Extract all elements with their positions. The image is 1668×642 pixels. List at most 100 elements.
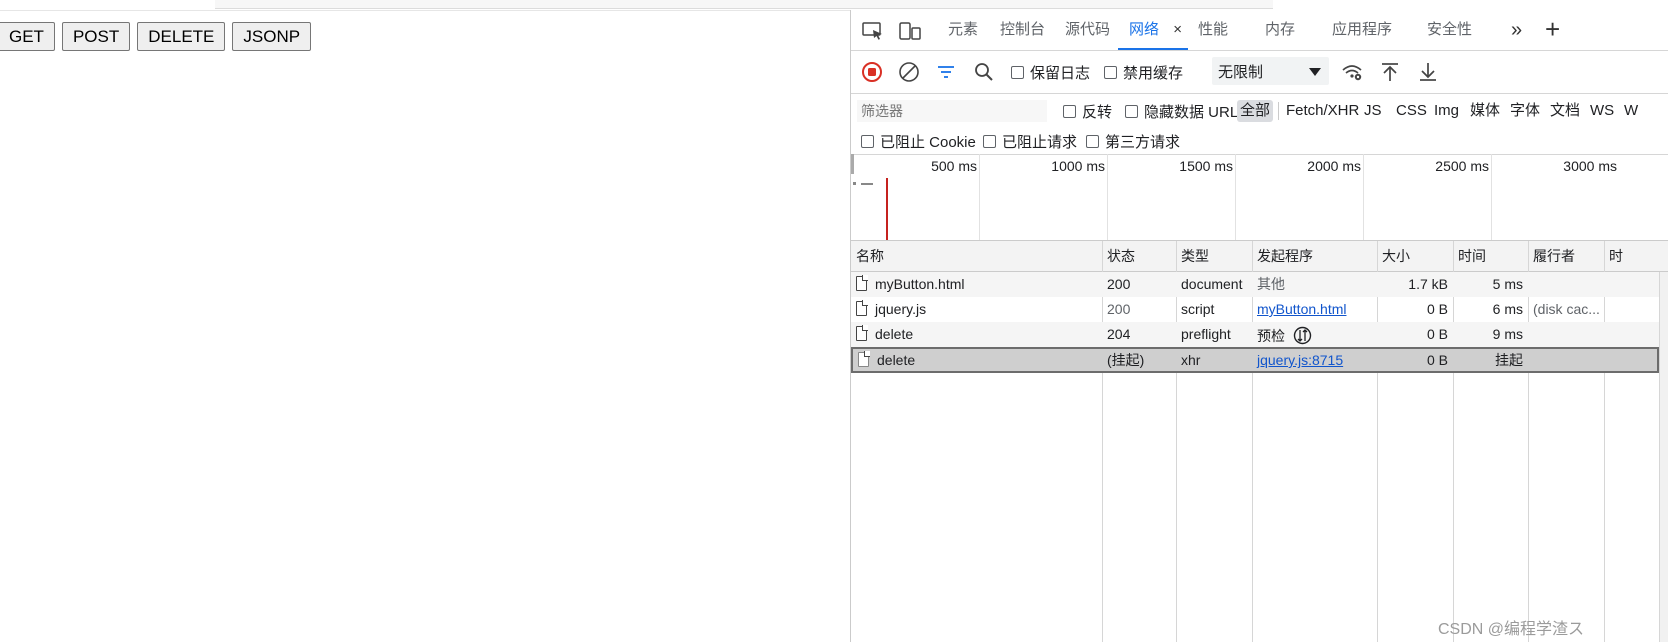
col-header-name[interactable]: 名称 xyxy=(851,241,1102,271)
device-toolbar-icon[interactable] xyxy=(899,21,921,41)
table-row-selected[interactable]: delete (挂起) xhr jquery.js:8715 0 B 挂起 xyxy=(851,347,1659,373)
col-header-type[interactable]: 类型 xyxy=(1176,241,1252,271)
tab-security[interactable]: 安全性 xyxy=(1423,10,1476,50)
delete-button[interactable]: DELETE xyxy=(137,22,226,51)
type-filter-media[interactable]: 媒体 xyxy=(1467,100,1503,122)
request-size: 0 B xyxy=(1426,301,1448,317)
disable-cache-checkbox[interactable]: 禁用缓存 xyxy=(1104,51,1183,93)
export-har-button[interactable] xyxy=(1417,51,1439,93)
document-icon xyxy=(856,275,868,291)
add-tab-icon[interactable]: + xyxy=(1541,10,1564,50)
col-header-waterfall[interactable]: 时 xyxy=(1604,241,1659,271)
col-header-size[interactable]: 大小 xyxy=(1377,241,1453,271)
table-row[interactable]: jquery.js 200 script myButton.html 0 B 6… xyxy=(851,297,1659,322)
record-button[interactable] xyxy=(861,51,883,93)
filter-bar: 反转 隐藏数据 URL 全部 Fetch/XHR JS CSS Img 媒体 字… xyxy=(851,94,1668,128)
type-filter-img[interactable]: Img xyxy=(1431,100,1462,122)
checkbox-icon xyxy=(1063,105,1076,118)
table-scrollbar[interactable] xyxy=(1659,272,1668,642)
third-party-checkbox[interactable]: 第三方请求 xyxy=(1086,131,1180,152)
network-conditions-button[interactable] xyxy=(1341,51,1363,93)
tab-performance[interactable]: 性能 xyxy=(1194,10,1232,50)
type-filter-wasm[interactable]: W xyxy=(1621,100,1641,122)
request-status: 200 xyxy=(1107,276,1131,292)
jsonp-button[interactable]: JSONP xyxy=(232,22,312,51)
invert-label: 反转 xyxy=(1082,104,1113,121)
col-header-time[interactable]: 时间 xyxy=(1453,241,1528,271)
record-icon xyxy=(862,62,882,82)
hide-data-url-checkbox[interactable]: 隐藏数据 URL xyxy=(1125,101,1238,122)
clear-icon xyxy=(899,62,919,82)
network-overview[interactable]: 500 ms 1000 ms 1500 ms 2000 ms 2500 ms 3… xyxy=(851,154,1668,241)
type-filter-fetch-xhr[interactable]: Fetch/XHR xyxy=(1283,100,1362,122)
import-har-button[interactable] xyxy=(1379,51,1401,93)
close-icon[interactable]: × xyxy=(1173,21,1182,38)
table-header: 名称 状态 类型 发起程序 大小 时间 履行者 时 xyxy=(851,241,1668,272)
filter-icon xyxy=(938,66,954,78)
request-initiator: 预检 xyxy=(1257,328,1285,344)
request-fulfilled-by xyxy=(1528,272,1604,297)
col-header-status[interactable]: 状态 xyxy=(1102,241,1177,271)
document-icon xyxy=(856,300,868,316)
checkbox-icon xyxy=(1125,105,1138,118)
more-tabs-icon[interactable]: » xyxy=(1507,10,1526,50)
type-filter-ws[interactable]: WS xyxy=(1587,100,1617,122)
blocked-cookies-checkbox[interactable]: 已阻止 Cookie xyxy=(861,131,976,152)
type-filter-all[interactable]: 全部 xyxy=(1237,100,1274,122)
table-row[interactable]: delete 204 preflight 预检 0 B 9 ms xyxy=(851,322,1659,347)
request-time: 挂起 xyxy=(1495,352,1523,368)
blocked-requests-label: 已阻止请求 xyxy=(1002,134,1078,151)
tab-network[interactable]: 网络 × xyxy=(1118,10,1188,50)
post-button[interactable]: POST xyxy=(61,22,131,51)
request-fulfilled-by xyxy=(1528,322,1604,347)
request-time: 9 ms xyxy=(1492,326,1523,342)
tab-application[interactable]: 应用程序 xyxy=(1328,10,1396,50)
tab-console[interactable]: 控制台 xyxy=(996,10,1049,50)
load-event-marker xyxy=(886,178,888,240)
request-type: document xyxy=(1181,276,1243,292)
checkbox-icon xyxy=(1011,65,1024,79)
devtools-tabbar: 元素 控制台 源代码 网络 × 性能 内存 应用程序 安全性 » + xyxy=(851,10,1668,51)
get-button[interactable]: GET xyxy=(0,22,55,51)
preserve-log-checkbox[interactable]: 保留日志 xyxy=(1011,51,1090,93)
request-type: preflight xyxy=(1181,326,1231,342)
devtools-panel: 元素 控制台 源代码 网络 × 性能 内存 应用程序 安全性 » + 保留日志 … xyxy=(850,10,1668,642)
preserve-log-label: 保留日志 xyxy=(1030,64,1091,82)
type-filter-css[interactable]: CSS xyxy=(1393,100,1430,122)
tab-memory[interactable]: 内存 xyxy=(1261,10,1299,50)
inspect-element-icon[interactable] xyxy=(862,21,884,41)
request-status: 200 xyxy=(1107,301,1131,317)
tab-elements[interactable]: 元素 xyxy=(944,10,982,50)
upload-icon xyxy=(1382,63,1398,81)
throttle-select[interactable]: 无限制 xyxy=(1212,57,1329,85)
wifi-settings-icon xyxy=(1342,65,1362,81)
filter-input[interactable] xyxy=(857,100,1047,122)
request-name: delete xyxy=(877,352,916,368)
tab-sources[interactable]: 源代码 xyxy=(1061,10,1114,50)
col-header-initiator[interactable]: 发起程序 xyxy=(1252,241,1377,271)
type-filter-js[interactable]: JS xyxy=(1361,100,1385,122)
request-name: myButton.html xyxy=(875,276,965,292)
type-filter-doc[interactable]: 文档 xyxy=(1547,100,1583,122)
initiator-link[interactable]: jquery.js:8715 xyxy=(1257,352,1343,368)
initiator-link[interactable]: myButton.html xyxy=(1257,301,1346,317)
timeline-tick: 2500 ms xyxy=(1435,158,1489,174)
blocked-filters-bar: 已阻止 Cookie 已阻止请求 第三方请求 xyxy=(851,128,1668,155)
blocked-requests-checkbox[interactable]: 已阻止请求 xyxy=(983,131,1077,152)
table-row[interactable]: myButton.html 200 document 其他 1.7 kB 5 m… xyxy=(851,272,1659,297)
checkbox-icon xyxy=(1104,65,1117,79)
search-icon xyxy=(975,63,993,81)
invert-checkbox[interactable]: 反转 xyxy=(1063,101,1112,122)
col-header-fulfilled-by[interactable]: 履行者 xyxy=(1528,241,1604,271)
type-filter-font[interactable]: 字体 xyxy=(1507,100,1543,122)
search-button[interactable] xyxy=(973,51,995,93)
request-name: delete xyxy=(875,326,914,342)
filter-toggle-button[interactable] xyxy=(935,51,957,93)
request-name: jquery.js xyxy=(875,301,927,317)
clear-button[interactable] xyxy=(898,51,920,93)
third-party-label: 第三方请求 xyxy=(1105,134,1181,151)
preflight-toggle-icon[interactable] xyxy=(1293,326,1312,345)
checkbox-icon xyxy=(983,135,996,148)
request-time: 6 ms xyxy=(1492,301,1523,317)
checkbox-icon xyxy=(1086,135,1099,148)
